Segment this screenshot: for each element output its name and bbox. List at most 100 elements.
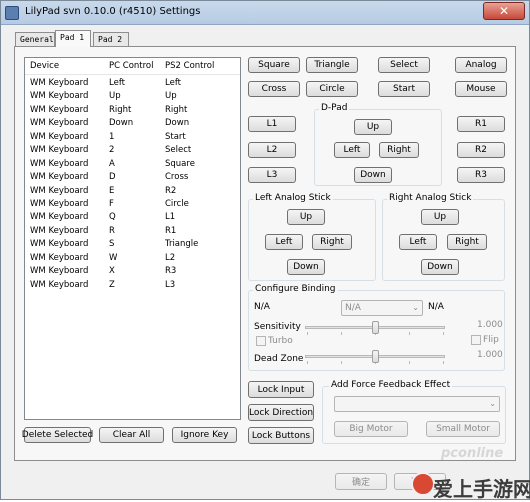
ps2-control-cell: L2 (165, 252, 176, 263)
column-header-device[interactable]: Device (30, 61, 59, 71)
tab-pad-2[interactable]: Pad 2 (93, 32, 129, 46)
force-feedback-label: Add Force Feedback Effect (329, 380, 453, 390)
circle-button[interactable]: Circle (306, 81, 358, 97)
binding-na-right: N/A (428, 302, 444, 312)
table-row[interactable]: WM Keyboard X R3 (25, 266, 240, 279)
lock-input-button[interactable]: Lock Input (248, 381, 314, 398)
left-stick-left-button[interactable]: Left (265, 234, 303, 250)
dead-zone-slider-thumb[interactable] (372, 350, 379, 363)
dpad-up-button[interactable]: Up (354, 119, 392, 135)
app-icon (5, 6, 19, 20)
l3-button[interactable]: L3 (248, 167, 296, 183)
turbo-checkbox[interactable] (256, 336, 266, 346)
dead-zone-value: 1.000 (477, 350, 503, 360)
table-row[interactable]: WM Keyboard 2 Select (25, 145, 240, 158)
delete-selected-button[interactable]: Delete Selected (22, 427, 93, 443)
ps2-control-cell: Cross (165, 172, 189, 183)
ps2-control-cell: Left (165, 78, 181, 88)
right-stick-left-button[interactable]: Left (399, 234, 437, 250)
sensitivity-slider-thumb[interactable] (372, 321, 379, 334)
table-row[interactable]: WM Keyboard Left Left (25, 78, 240, 91)
force-feedback-select[interactable]: ⌄ (334, 396, 500, 412)
ps2-control-cell: R3 (165, 266, 177, 277)
flip-label: Flip (483, 335, 499, 345)
sensitivity-tick (307, 332, 308, 335)
device-cell: WM Keyboard (30, 145, 89, 156)
device-cell: WM Keyboard (30, 172, 89, 183)
ok-button[interactable]: 确定 (335, 473, 387, 490)
binding-axis-select[interactable]: N/A ⌄ (341, 300, 423, 316)
right-stick-up-button[interactable]: Up (421, 209, 459, 225)
table-row[interactable]: WM Keyboard Up Up (25, 91, 240, 104)
binding-list[interactable]: Device PC Control PS2 Control WM Keyboar… (24, 57, 241, 420)
ps2-control-cell: Start (165, 131, 186, 142)
analog-button[interactable]: Analog (455, 57, 507, 73)
ps2-control-cell: Select (165, 145, 192, 156)
device-cell: WM Keyboard (30, 104, 89, 115)
select-button[interactable]: Select (378, 57, 430, 73)
left-stick-down-button[interactable]: Down (287, 259, 325, 275)
table-row[interactable]: WM Keyboard R R1 (25, 226, 240, 239)
device-cell: WM Keyboard (30, 212, 89, 223)
cross-button[interactable]: Cross (248, 81, 300, 97)
close-button[interactable]: ✕ (483, 2, 525, 20)
dpad-left-button[interactable]: Left (334, 142, 370, 158)
l2-button[interactable]: L2 (248, 142, 296, 158)
dead-zone-tick (341, 361, 342, 364)
dpad-right-button[interactable]: Right (379, 142, 419, 158)
small-motor-button[interactable]: Small Motor (426, 421, 500, 437)
configure-binding-label: Configure Binding (253, 284, 338, 294)
column-header-ps2-control[interactable]: PS2 Control (165, 61, 214, 71)
ignore-key-button[interactable]: Ignore Key (172, 427, 237, 443)
l1-button[interactable]: L1 (248, 116, 296, 132)
table-row[interactable]: WM Keyboard E R2 (25, 186, 240, 199)
table-row[interactable]: WM Keyboard S Triangle (25, 239, 240, 252)
r3-button[interactable]: R3 (457, 167, 505, 183)
binding-axis-select-value: N/A (345, 303, 361, 313)
lock-buttons-button[interactable]: Lock Buttons (248, 427, 314, 444)
tab-pad-1[interactable]: Pad 1 (55, 30, 91, 47)
clear-all-button[interactable]: Clear All (99, 427, 164, 443)
sensitivity-tick (409, 332, 410, 335)
table-row[interactable]: WM Keyboard Z L3 (25, 280, 240, 293)
turbo-label: Turbo (268, 336, 293, 346)
column-header-pc-control[interactable]: PC Control (109, 61, 154, 71)
left-stick-up-button[interactable]: Up (287, 209, 325, 225)
chevron-down-icon: ⌄ (412, 303, 419, 312)
triangle-button[interactable]: Triangle (306, 57, 358, 73)
dead-zone-tick (443, 361, 444, 364)
device-cell: WM Keyboard (30, 225, 89, 236)
site-logo-icon (411, 472, 435, 496)
square-button[interactable]: Square (248, 57, 300, 73)
table-row[interactable]: WM Keyboard Down Down (25, 118, 240, 131)
start-button[interactable]: Start (378, 81, 430, 97)
left-stick-right-button[interactable]: Right (312, 234, 352, 250)
right-stick-right-button[interactable]: Right (447, 234, 487, 250)
right-stick-down-button[interactable]: Down (421, 259, 459, 275)
sensitivity-tick (443, 332, 444, 335)
flip-checkbox[interactable] (471, 335, 481, 345)
table-row[interactable]: WM Keyboard F Circle (25, 199, 240, 212)
table-row[interactable]: WM Keyboard 1 Start (25, 132, 240, 145)
pconline-watermark: pconline (441, 446, 504, 461)
ps2-control-cell: L1 (165, 212, 176, 223)
big-motor-button[interactable]: Big Motor (334, 421, 408, 437)
settings-window: LilyPad svn 0.10.0 (r4510) Settings ✕ Ge… (0, 0, 530, 501)
table-row[interactable]: WM Keyboard Q L1 (25, 212, 240, 225)
pc-control-cell: X (109, 266, 115, 277)
pc-control-cell: A (109, 158, 115, 169)
r2-button[interactable]: R2 (457, 142, 505, 158)
pc-control-cell: D (109, 172, 116, 183)
mouse-button[interactable]: Mouse (455, 81, 507, 97)
device-cell: WM Keyboard (30, 198, 89, 209)
dpad-down-button[interactable]: Down (354, 167, 392, 183)
tab-general[interactable]: General (15, 32, 55, 46)
r1-button[interactable]: R1 (457, 116, 505, 132)
ps2-control-cell: Right (165, 104, 188, 115)
table-row[interactable]: WM Keyboard D Cross (25, 172, 240, 185)
table-row[interactable]: WM Keyboard W L2 (25, 253, 240, 266)
table-row[interactable]: WM Keyboard Right Right (25, 105, 240, 118)
lock-direction-button[interactable]: Lock Direction (248, 404, 314, 421)
table-row[interactable]: WM Keyboard A Square (25, 159, 240, 172)
ps2-control-cell: L3 (165, 279, 176, 290)
